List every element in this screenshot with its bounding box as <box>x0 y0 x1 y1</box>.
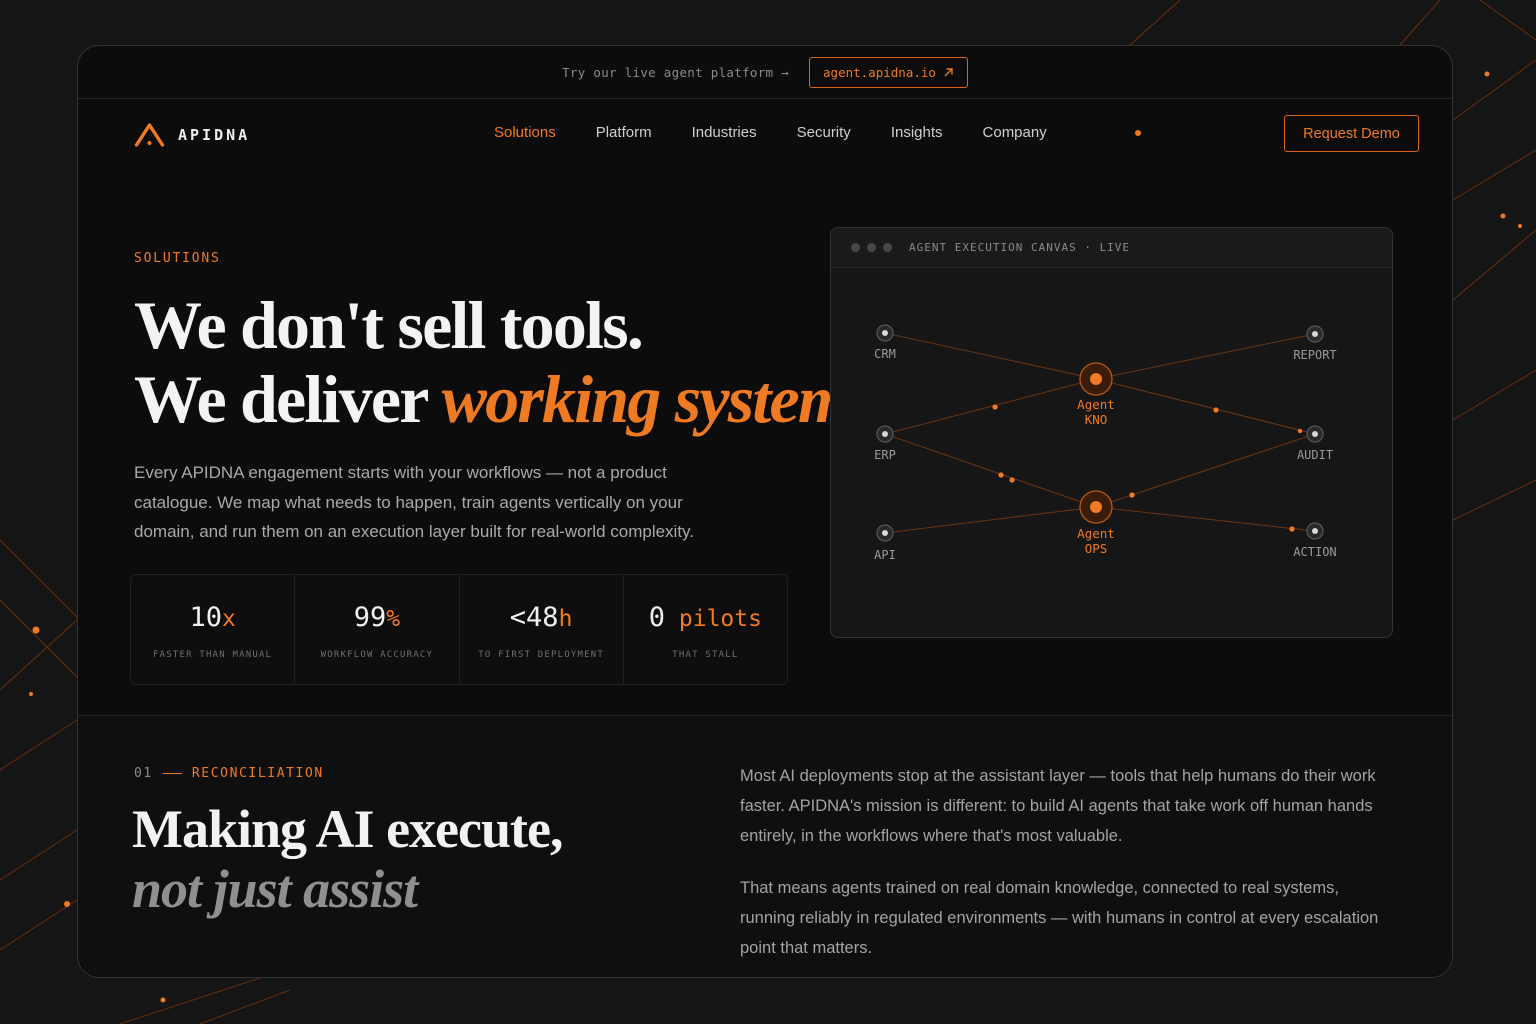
site-frame: Try our live agent platform → agent.apid… <box>77 45 1453 978</box>
stat-unit: % <box>386 606 401 632</box>
stat-card: 99% WORKFLOW ACCURACY <box>295 575 460 684</box>
hero-description: Every APIDNA engagement starts with your… <box>134 463 695 541</box>
section-title-line1: Making AI execute, <box>132 799 563 859</box>
node-report[interactable]: REPORT <box>1293 325 1337 362</box>
stat-unit: h <box>558 606 573 632</box>
node-label: ERP <box>874 448 896 462</box>
node-label: API <box>874 548 896 562</box>
stat-label: WORKFLOW ACCURACY <box>320 650 434 660</box>
section-title: Making AI execute, not just assist <box>132 799 563 919</box>
section-name: RECONCILIATION <box>191 766 324 781</box>
nav-link-insights[interactable]: Insights <box>891 124 943 141</box>
nav-link-platform[interactable]: Platform <box>596 124 652 141</box>
platform-link[interactable]: agent.apidna.io <box>809 56 968 88</box>
section-title-line2: not just assist <box>132 859 418 919</box>
node-label: REPORT <box>1293 348 1336 362</box>
node-erp[interactable]: ERP <box>874 425 896 462</box>
section-paragraph: That means agents trained on real domain… <box>740 879 1379 957</box>
hero-title-line2: We deliver <box>134 361 442 437</box>
logo-mark-icon <box>134 123 165 147</box>
stat-unit: x <box>221 606 236 632</box>
status-dot-icon <box>1135 130 1141 136</box>
node-api[interactable]: API <box>874 524 896 562</box>
stat-value: 10 <box>189 602 222 633</box>
node-label: ACTION <box>1293 545 1336 559</box>
window-dot-icon <box>851 243 860 252</box>
node-label: Agent <box>1077 526 1115 541</box>
arrow-up-right-icon <box>944 67 953 76</box>
stat-value: 0 <box>648 602 666 633</box>
node-label: CRM <box>874 347 896 361</box>
nav-link-industries[interactable]: Industries <box>692 124 757 141</box>
node-label: KNO <box>1085 412 1108 427</box>
stat-unit: pilots <box>665 606 762 632</box>
stats-strip: 10x FASTER THAN MANUAL 99% WORKFLOW ACCU… <box>130 574 788 685</box>
stat-label: FASTER THAN MANUAL <box>153 650 273 660</box>
node-agent-kno[interactable]: Agent KNO <box>1077 362 1115 427</box>
stat-card: 0 pilots THAT STALL <box>624 575 787 684</box>
stat-value: 99 <box>353 602 387 633</box>
agent-graph: CRM ERP API REPORT AUDIT ACTION Agent KN… <box>874 324 1337 562</box>
hero-title-accent: working systems. <box>441 361 891 437</box>
canvas-titlebar: AGENT EXECUTION CANVAS · LIVE <box>831 228 1392 268</box>
announcement-bar: Try our live agent platform → agent.apid… <box>78 46 1452 99</box>
hero-title-line1: We don't sell tools. <box>134 287 644 363</box>
stat-label: TO FIRST DEPLOYMENT <box>478 650 604 660</box>
node-label: Agent <box>1077 397 1115 412</box>
node-label: OPS <box>1085 541 1108 556</box>
agent-canvas-panel: AGENT EXECUTION CANVAS · LIVE CRM ERP AP… <box>830 227 1393 638</box>
node-audit[interactable]: AUDIT <box>1297 425 1333 462</box>
brand-name: APIDNA <box>178 125 251 144</box>
stat-value: <48 <box>509 602 559 633</box>
stat-card: 10x FASTER THAN MANUAL <box>131 575 296 684</box>
announcement-text: Try our live agent platform → <box>562 64 790 80</box>
hero-title: We don't sell tools. We deliver working … <box>134 287 891 437</box>
nav-links: Solutions Platform Industries Security I… <box>494 124 1087 141</box>
nav-link-solutions[interactable]: Solutions <box>494 124 556 141</box>
stat-card: <48h TO FIRST DEPLOYMENT <box>460 575 624 684</box>
node-crm[interactable]: CRM <box>874 324 896 361</box>
dash-divider <box>162 773 182 774</box>
node-agent-ops[interactable]: Agent OPS <box>1077 490 1115 556</box>
section-body: Most AI deployments stop at the assistan… <box>740 761 1390 977</box>
section-number: 01 <box>134 766 153 781</box>
request-demo-button[interactable]: Request Demo <box>1284 115 1419 152</box>
section-paragraph: Most AI deployments stop at the assistan… <box>740 767 1376 845</box>
node-action[interactable]: ACTION <box>1293 522 1337 559</box>
nav-link-company[interactable]: Company <box>983 124 1047 141</box>
window-dot-icon <box>867 243 876 252</box>
logo[interactable]: APIDNA <box>134 121 250 148</box>
hero-eyebrow: SOLUTIONS <box>134 251 221 266</box>
node-label: AUDIT <box>1297 448 1333 462</box>
platform-link-label: agent.apidna.io <box>823 64 936 80</box>
window-dot-icon <box>883 243 892 252</box>
canvas-title: AGENT EXECUTION CANVAS · LIVE <box>909 241 1131 254</box>
main-nav: APIDNA Solutions Platform Industries Sec… <box>78 99 1452 169</box>
section-eyebrow: 01 RECONCILIATION <box>134 766 324 781</box>
stat-label: THAT STALL <box>672 650 739 660</box>
nav-link-security[interactable]: Security <box>797 124 851 141</box>
